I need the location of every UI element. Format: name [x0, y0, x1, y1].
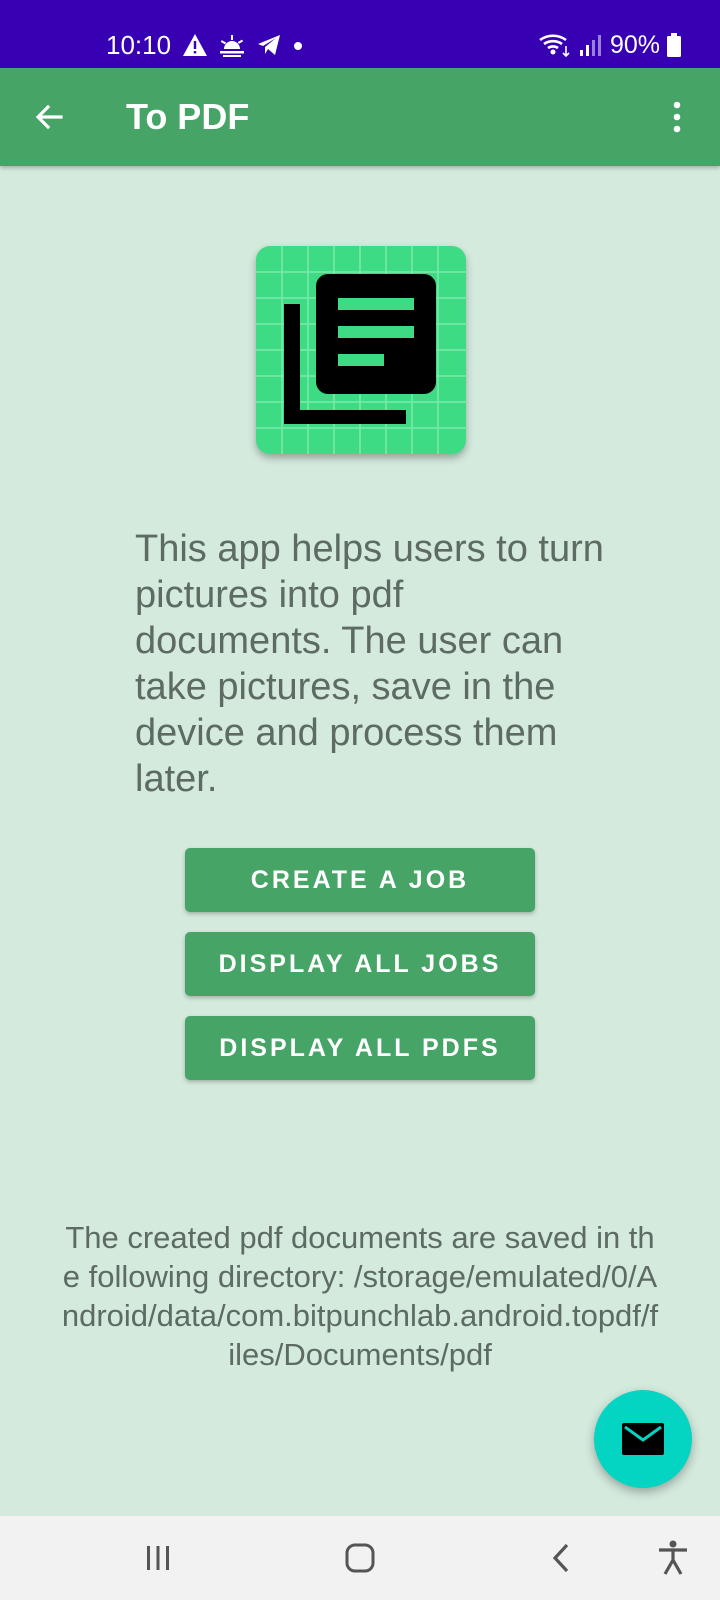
- accessibility-icon: [659, 1540, 687, 1575]
- dot-icon: [294, 42, 302, 50]
- back-icon: [552, 1543, 569, 1573]
- overflow-menu-button[interactable]: [654, 94, 700, 140]
- page-title: To PDF: [126, 96, 250, 137]
- create-job-button[interactable]: CREATE A JOB: [185, 848, 535, 912]
- app-description: This app helps users to turn pictures in…: [135, 528, 604, 800]
- back-button[interactable]: [26, 94, 72, 140]
- back-nav-button[interactable]: [536, 1536, 586, 1580]
- recents-button[interactable]: [133, 1536, 183, 1580]
- battery-percent: 90%: [609, 31, 660, 59]
- status-bar: 10:10 90%: [0, 0, 720, 68]
- app-logo: [256, 246, 466, 454]
- mail-icon: [622, 1423, 664, 1455]
- email-fab-button[interactable]: [594, 1390, 692, 1488]
- warning-icon: [183, 34, 207, 56]
- recents-icon: [147, 1546, 169, 1570]
- arrow-back-icon: [35, 104, 63, 130]
- more-vert-icon: [673, 101, 681, 133]
- home-button[interactable]: [335, 1536, 385, 1580]
- app-bar: To PDF: [0, 68, 720, 166]
- system-nav-bar: [0, 1516, 720, 1600]
- wifi-icon: [539, 34, 570, 58]
- signal-icon: [579, 35, 601, 56]
- status-notification-icons: [182, 30, 304, 60]
- display-all-pdfs-button[interactable]: DISPLAY ALL PDFS: [185, 1016, 535, 1080]
- documents-icon: [256, 246, 466, 454]
- home-icon: [345, 1543, 375, 1573]
- save-directory-note: The created pdf documents are saved in t…: [61, 1220, 659, 1372]
- accessibility-button[interactable]: [648, 1536, 698, 1580]
- status-time: 10:10: [106, 30, 172, 60]
- battery-icon: [667, 33, 681, 57]
- telegram-icon: [258, 35, 280, 55]
- weather-icon: [220, 35, 244, 57]
- status-system-icons: 90%: [538, 28, 682, 62]
- display-all-jobs-button[interactable]: DISPLAY ALL JOBS: [185, 932, 535, 996]
